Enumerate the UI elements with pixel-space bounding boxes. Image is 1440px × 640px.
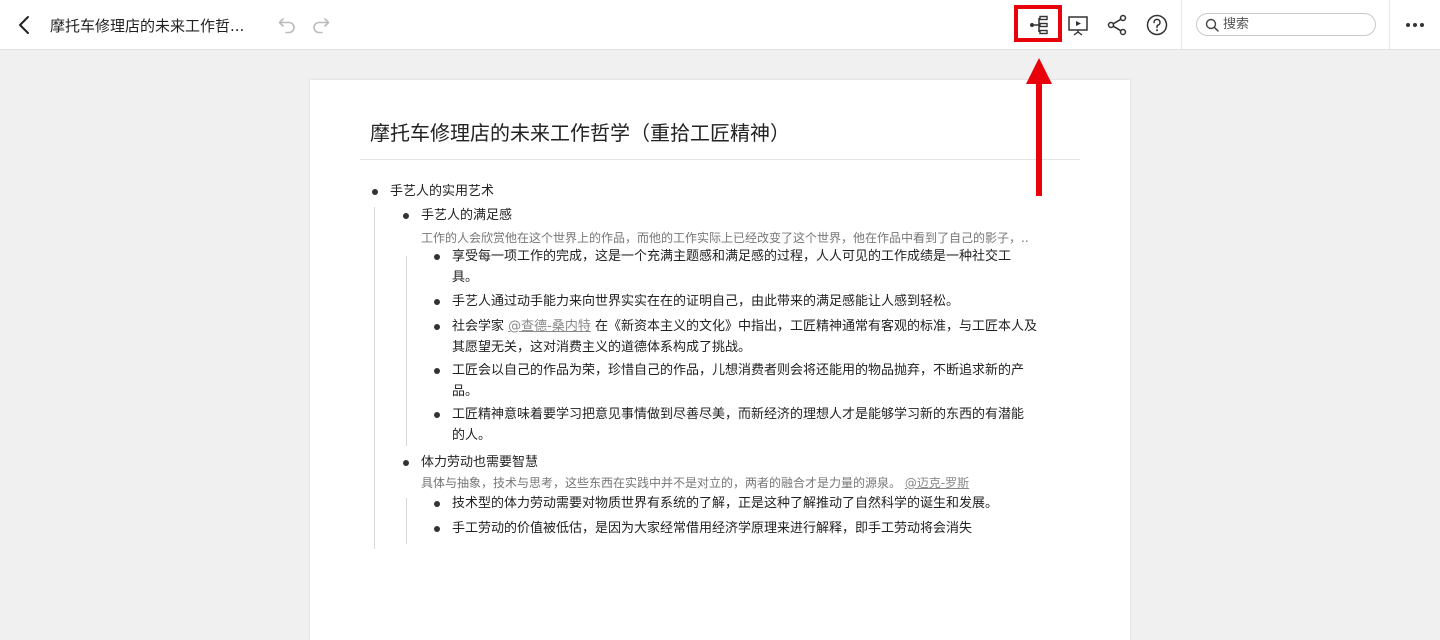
toolbar-divider <box>1181 0 1182 49</box>
indent-guide <box>406 256 407 446</box>
mention-link[interactable]: @查德-桑内特 <box>508 319 591 334</box>
back-button[interactable] <box>14 13 36 37</box>
outline-item-line[interactable]: 品。 <box>452 382 478 402</box>
outline-bullet[interactable] <box>434 368 440 374</box>
help-button[interactable] <box>1145 13 1169 37</box>
outline-item-line[interactable]: 的人。 <box>452 426 491 446</box>
share-icon <box>1107 14 1127 36</box>
outline-node-craftsman-satisfaction[interactable]: 手艺人的满足感 <box>421 206 512 226</box>
outline-item-line[interactable]: 社会学家 @查德-桑内特 在《新资本主义的文化》中指出，工匠精神通常有客观的标准… <box>452 317 1037 337</box>
help-circle-icon <box>1146 14 1168 36</box>
presentation-button[interactable] <box>1066 13 1090 37</box>
title-divider <box>360 159 1080 160</box>
outline-item-line[interactable]: 享受每一项工作的完成，这是一个充满主题感和满足感的过程，人人可见的工作成绩是一种… <box>452 247 1011 267</box>
outline-item-line[interactable]: 工匠精神意味着要学习把意见事情做到尽善尽美，而新经济的理想人才是能够学习新的东西… <box>452 405 1024 425</box>
more-horizontal-icon <box>1406 23 1424 27</box>
undo-button[interactable] <box>277 14 297 34</box>
outline-bullet[interactable] <box>434 526 440 532</box>
item-text: 社会学家 <box>452 319 509 334</box>
outline-item-line[interactable]: 手工劳动的价值被低估，是因为大家经常借用经济学原理来进行解释，即手工劳动将会消失 <box>452 519 972 539</box>
outline-note[interactable]: 工作的人会欣赏他在这个世界上的作品，而他的工作实际上已经改变了这个世界，他在作品… <box>421 229 1029 247</box>
outline-node-root[interactable]: 手艺人的实用艺术 <box>390 182 494 202</box>
item-text: 在《新资本主义的文化》中指出，工匠精神通常有客观的标准，与工匠本人及 <box>590 319 1037 334</box>
annotation-highlight-box <box>1014 5 1062 42</box>
outline-item-line[interactable]: 具。 <box>452 268 478 288</box>
outline-bullet[interactable] <box>434 299 440 305</box>
outline-bullet[interactable] <box>434 254 440 260</box>
presentation-icon <box>1068 16 1088 36</box>
document-title-tab[interactable]: 摩托车修理店的未来工作哲... <box>50 15 260 36</box>
search-box[interactable] <box>1196 13 1376 36</box>
page-title[interactable]: 摩托车修理店的未来工作哲学（重拾工匠精神） <box>370 117 790 146</box>
share-button[interactable] <box>1105 13 1129 37</box>
toolbar-divider <box>1389 0 1390 49</box>
outline-bullet[interactable] <box>403 213 409 219</box>
more-button[interactable] <box>1403 13 1427 37</box>
indent-guide <box>374 207 375 549</box>
outline-bullet[interactable] <box>372 189 378 195</box>
outline-bullet[interactable] <box>434 412 440 418</box>
redo-button[interactable] <box>311 14 331 34</box>
annotation-arrow-shaft <box>1036 80 1042 196</box>
indent-guide <box>406 498 407 544</box>
outline-note[interactable]: 具体与抽象，技术与思考，这些东西在实践中并不是对立的，两者的融合才是力量的源泉。… <box>421 474 969 492</box>
top-toolbar: 摩托车修理店的未来工作哲... <box>0 0 1440 50</box>
outline-item-line[interactable]: 工匠会以自己的作品为荣，珍惜自己的作品，儿想消费者则会将还能用的物品抛弃，不断追… <box>452 361 1024 381</box>
outline-bullet[interactable] <box>434 324 440 330</box>
outline-node-physical-labor[interactable]: 体力劳动也需要智慧 <box>421 453 538 473</box>
outline-item-line[interactable]: 技术型的体力劳动需要对物质世界有系统的了解，正是这种了解推动了自然科学的诞生和发… <box>452 494 998 514</box>
outline-bullet[interactable] <box>403 460 409 466</box>
outline-bullet[interactable] <box>434 501 440 507</box>
undo-icon <box>278 18 295 34</box>
document-page: 摩托车修理店的未来工作哲学（重拾工匠精神） 手艺人的实用艺术 手艺人的满足感 工… <box>310 80 1130 640</box>
chevron-left-icon <box>19 16 29 34</box>
search-icon <box>1205 18 1219 32</box>
search-input[interactable] <box>1223 16 1363 33</box>
note-text: 具体与抽象，技术与思考，这些东西在实践中并不是对立的，两者的融合才是力量的源泉。 <box>421 476 905 490</box>
outline-item-line[interactable]: 手艺人通过动手能力来向世界实实在在的证明自己，由此带来的满足感能让人感到轻松。 <box>452 292 959 312</box>
outline-item-line[interactable]: 其愿望无关，这对消费主义的道德体系构成了挑战。 <box>452 338 751 358</box>
mention-link[interactable]: @迈克-罗斯 <box>905 476 969 490</box>
redo-icon <box>313 18 330 34</box>
